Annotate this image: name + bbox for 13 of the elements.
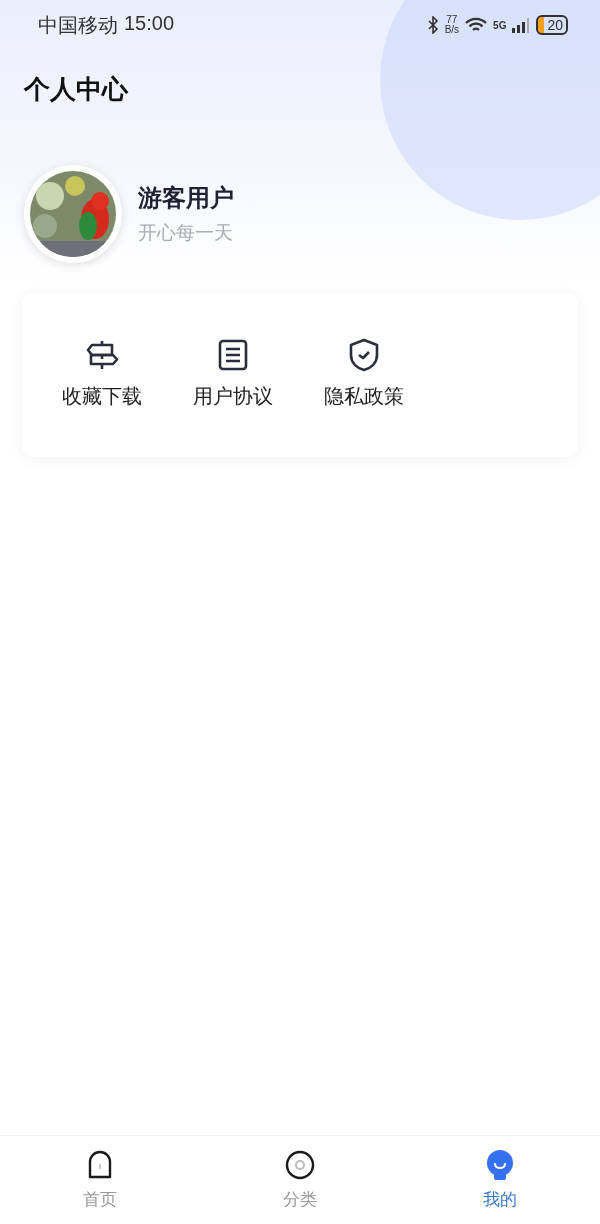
- tab-item[interactable]: 我的: [400, 1136, 600, 1224]
- user-name: 游客用户: [138, 183, 234, 214]
- page-title: 个人中心: [23, 73, 130, 106]
- menu-item[interactable]: 用户协议: [167, 336, 298, 410]
- menu-item[interactable]: 收藏下载: [36, 336, 167, 410]
- net-speed-unit: B/s: [444, 25, 460, 35]
- network-type: 5G: [493, 19, 507, 31]
- carrier-name: 中国移动: [38, 12, 118, 38]
- clock-time: 15:00: [124, 11, 175, 36]
- menu-item[interactable]: 隐私政策: [298, 336, 429, 410]
- battery-indicator: 20: [536, 15, 568, 35]
- net-speed: 77: [445, 15, 459, 25]
- user-motto: 开心每一天: [138, 220, 234, 245]
